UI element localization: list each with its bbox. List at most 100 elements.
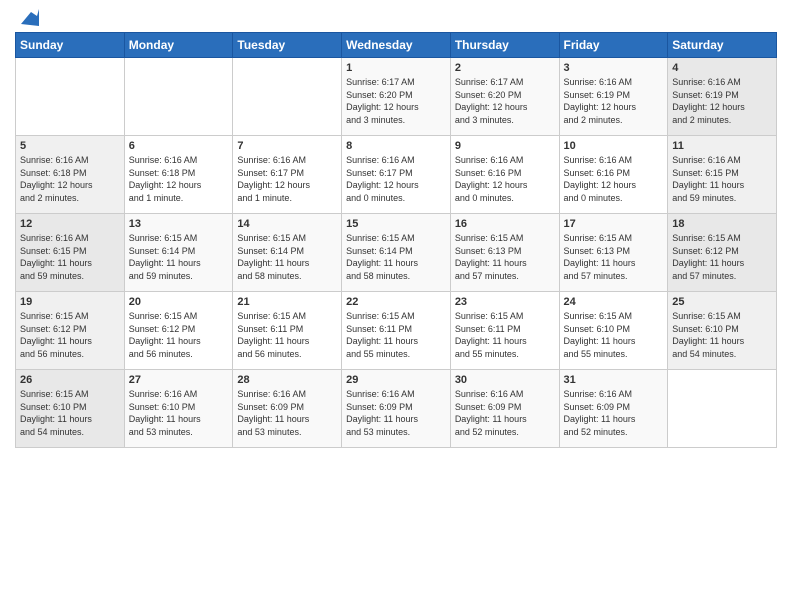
day-info: Sunrise: 6:16 AMSunset: 6:18 PMDaylight:… <box>20 154 120 204</box>
day-info: Sunrise: 6:16 AMSunset: 6:09 PMDaylight:… <box>455 388 555 438</box>
day-number: 9 <box>455 140 555 152</box>
day-info: Sunrise: 6:16 AMSunset: 6:09 PMDaylight:… <box>346 388 446 438</box>
week-row-1: 1 Sunrise: 6:17 AMSunset: 6:20 PMDaylight… <box>16 58 777 136</box>
day-cell: 21 Sunrise: 6:15 AMSunset: 6:11 PMDayligh… <box>233 292 342 370</box>
day-cell <box>124 58 233 136</box>
day-info: Sunrise: 6:17 AMSunset: 6:20 PMDaylight:… <box>346 76 446 126</box>
day-info: Sunrise: 6:15 AMSunset: 6:10 PMDaylight:… <box>672 310 772 360</box>
day-info: Sunrise: 6:15 AMSunset: 6:13 PMDaylight:… <box>564 232 664 282</box>
header <box>15 10 777 24</box>
day-cell <box>668 370 777 448</box>
day-info: Sunrise: 6:15 AMSunset: 6:14 PMDaylight:… <box>237 232 337 282</box>
day-cell: 3 Sunrise: 6:16 AMSunset: 6:19 PMDaylight… <box>559 58 668 136</box>
week-row-2: 5 Sunrise: 6:16 AMSunset: 6:18 PMDaylight… <box>16 136 777 214</box>
day-cell: 26 Sunrise: 6:15 AMSunset: 6:10 PMDayligh… <box>16 370 125 448</box>
day-info: Sunrise: 6:15 AMSunset: 6:13 PMDaylight:… <box>455 232 555 282</box>
day-number: 26 <box>20 374 120 386</box>
day-number: 2 <box>455 62 555 74</box>
day-number: 29 <box>346 374 446 386</box>
day-number: 13 <box>129 218 229 230</box>
day-number: 21 <box>237 296 337 308</box>
day-cell: 18 Sunrise: 6:15 AMSunset: 6:12 PMDayligh… <box>668 214 777 292</box>
weekday-header-saturday: Saturday <box>668 33 777 58</box>
day-info: Sunrise: 6:16 AMSunset: 6:16 PMDaylight:… <box>564 154 664 204</box>
day-info: Sunrise: 6:15 AMSunset: 6:14 PMDaylight:… <box>346 232 446 282</box>
weekday-header-monday: Monday <box>124 33 233 58</box>
week-row-3: 12 Sunrise: 6:16 AMSunset: 6:15 PMDayligh… <box>16 214 777 292</box>
day-info: Sunrise: 6:15 AMSunset: 6:10 PMDaylight:… <box>564 310 664 360</box>
day-number: 5 <box>20 140 120 152</box>
weekday-header-row: SundayMondayTuesdayWednesdayThursdayFrid… <box>16 33 777 58</box>
day-info: Sunrise: 6:16 AMSunset: 6:09 PMDaylight:… <box>237 388 337 438</box>
day-number: 27 <box>129 374 229 386</box>
day-info: Sunrise: 6:15 AMSunset: 6:11 PMDaylight:… <box>237 310 337 360</box>
day-info: Sunrise: 6:16 AMSunset: 6:09 PMDaylight:… <box>564 388 664 438</box>
day-cell: 14Sunrise: 6:15 AMSunset: 6:14 PMDayligh… <box>233 214 342 292</box>
day-info: Sunrise: 6:16 AMSunset: 6:19 PMDaylight:… <box>564 76 664 126</box>
calendar: SundayMondayTuesdayWednesdayThursdayFrid… <box>15 32 777 448</box>
day-number: 31 <box>564 374 664 386</box>
day-info: Sunrise: 6:15 AMSunset: 6:10 PMDaylight:… <box>20 388 120 438</box>
day-number: 7 <box>237 140 337 152</box>
day-info: Sunrise: 6:15 AMSunset: 6:12 PMDaylight:… <box>20 310 120 360</box>
day-cell <box>233 58 342 136</box>
day-number: 18 <box>672 218 772 230</box>
day-info: Sunrise: 6:16 AMSunset: 6:15 PMDaylight:… <box>672 154 772 204</box>
day-cell: 25 Sunrise: 6:15 AMSunset: 6:10 PMDayligh… <box>668 292 777 370</box>
day-number: 25 <box>672 296 772 308</box>
day-info: Sunrise: 6:16 AMSunset: 6:17 PMDaylight:… <box>346 154 446 204</box>
logo-icon <box>17 6 39 28</box>
weekday-header-friday: Friday <box>559 33 668 58</box>
day-number: 22 <box>346 296 446 308</box>
day-number: 16 <box>455 218 555 230</box>
day-cell: 4Sunrise: 6:16 AMSunset: 6:19 PMDaylight… <box>668 58 777 136</box>
weekday-header-thursday: Thursday <box>450 33 559 58</box>
day-cell: 5 Sunrise: 6:16 AMSunset: 6:18 PMDaylight… <box>16 136 125 214</box>
day-cell: 20 Sunrise: 6:15 AMSunset: 6:12 PMDayligh… <box>124 292 233 370</box>
logo <box>15 10 39 24</box>
day-number: 12 <box>20 218 120 230</box>
day-info: Sunrise: 6:15 AMSunset: 6:11 PMDaylight:… <box>455 310 555 360</box>
weekday-header-tuesday: Tuesday <box>233 33 342 58</box>
day-cell <box>16 58 125 136</box>
day-info: Sunrise: 6:15 AMSunset: 6:12 PMDaylight:… <box>129 310 229 360</box>
day-info: Sunrise: 6:16 AMSunset: 6:18 PMDaylight:… <box>129 154 229 204</box>
weekday-header-wednesday: Wednesday <box>342 33 451 58</box>
day-number: 28 <box>237 374 337 386</box>
day-number: 6 <box>129 140 229 152</box>
day-cell: 9 Sunrise: 6:16 AMSunset: 6:16 PMDaylight… <box>450 136 559 214</box>
day-number: 20 <box>129 296 229 308</box>
week-row-5: 26 Sunrise: 6:15 AMSunset: 6:10 PMDayligh… <box>16 370 777 448</box>
day-number: 3 <box>564 62 664 74</box>
day-info: Sunrise: 6:15 AMSunset: 6:12 PMDaylight:… <box>672 232 772 282</box>
day-cell: 30 Sunrise: 6:16 AMSunset: 6:09 PMDayligh… <box>450 370 559 448</box>
day-number: 1 <box>346 62 446 74</box>
day-cell: 27Sunrise: 6:16 AMSunset: 6:10 PMDayligh… <box>124 370 233 448</box>
day-number: 17 <box>564 218 664 230</box>
day-info: Sunrise: 6:16 AMSunset: 6:15 PMDaylight:… <box>20 232 120 282</box>
day-cell: 11Sunrise: 6:16 AMSunset: 6:15 PMDayligh… <box>668 136 777 214</box>
day-cell: 24 Sunrise: 6:15 AMSunset: 6:10 PMDayligh… <box>559 292 668 370</box>
day-cell: 7 Sunrise: 6:16 AMSunset: 6:17 PMDaylight… <box>233 136 342 214</box>
day-number: 24 <box>564 296 664 308</box>
day-cell: 29 Sunrise: 6:16 AMSunset: 6:09 PMDayligh… <box>342 370 451 448</box>
day-info: Sunrise: 6:15 AMSunset: 6:11 PMDaylight:… <box>346 310 446 360</box>
day-cell: 6 Sunrise: 6:16 AMSunset: 6:18 PMDaylight… <box>124 136 233 214</box>
day-cell: 2 Sunrise: 6:17 AMSunset: 6:20 PMDaylight… <box>450 58 559 136</box>
day-cell: 31 Sunrise: 6:16 AMSunset: 6:09 PMDayligh… <box>559 370 668 448</box>
day-number: 30 <box>455 374 555 386</box>
day-number: 4 <box>672 62 772 74</box>
day-info: Sunrise: 6:17 AMSunset: 6:20 PMDaylight:… <box>455 76 555 126</box>
day-info: Sunrise: 6:16 AMSunset: 6:17 PMDaylight:… <box>237 154 337 204</box>
day-info: Sunrise: 6:16 AMSunset: 6:16 PMDaylight:… <box>455 154 555 204</box>
day-number: 15 <box>346 218 446 230</box>
day-cell: 15 Sunrise: 6:15 AMSunset: 6:14 PMDayligh… <box>342 214 451 292</box>
day-cell: 8Sunrise: 6:16 AMSunset: 6:17 PMDaylight… <box>342 136 451 214</box>
day-number: 23 <box>455 296 555 308</box>
day-cell: 10Sunrise: 6:16 AMSunset: 6:16 PMDayligh… <box>559 136 668 214</box>
day-cell: 13 Sunrise: 6:15 AMSunset: 6:14 PMDayligh… <box>124 214 233 292</box>
day-cell: 22 Sunrise: 6:15 AMSunset: 6:11 PMDayligh… <box>342 292 451 370</box>
day-cell: 17 Sunrise: 6:15 AMSunset: 6:13 PMDayligh… <box>559 214 668 292</box>
day-info: Sunrise: 6:15 AMSunset: 6:14 PMDaylight:… <box>129 232 229 282</box>
day-number: 19 <box>20 296 120 308</box>
